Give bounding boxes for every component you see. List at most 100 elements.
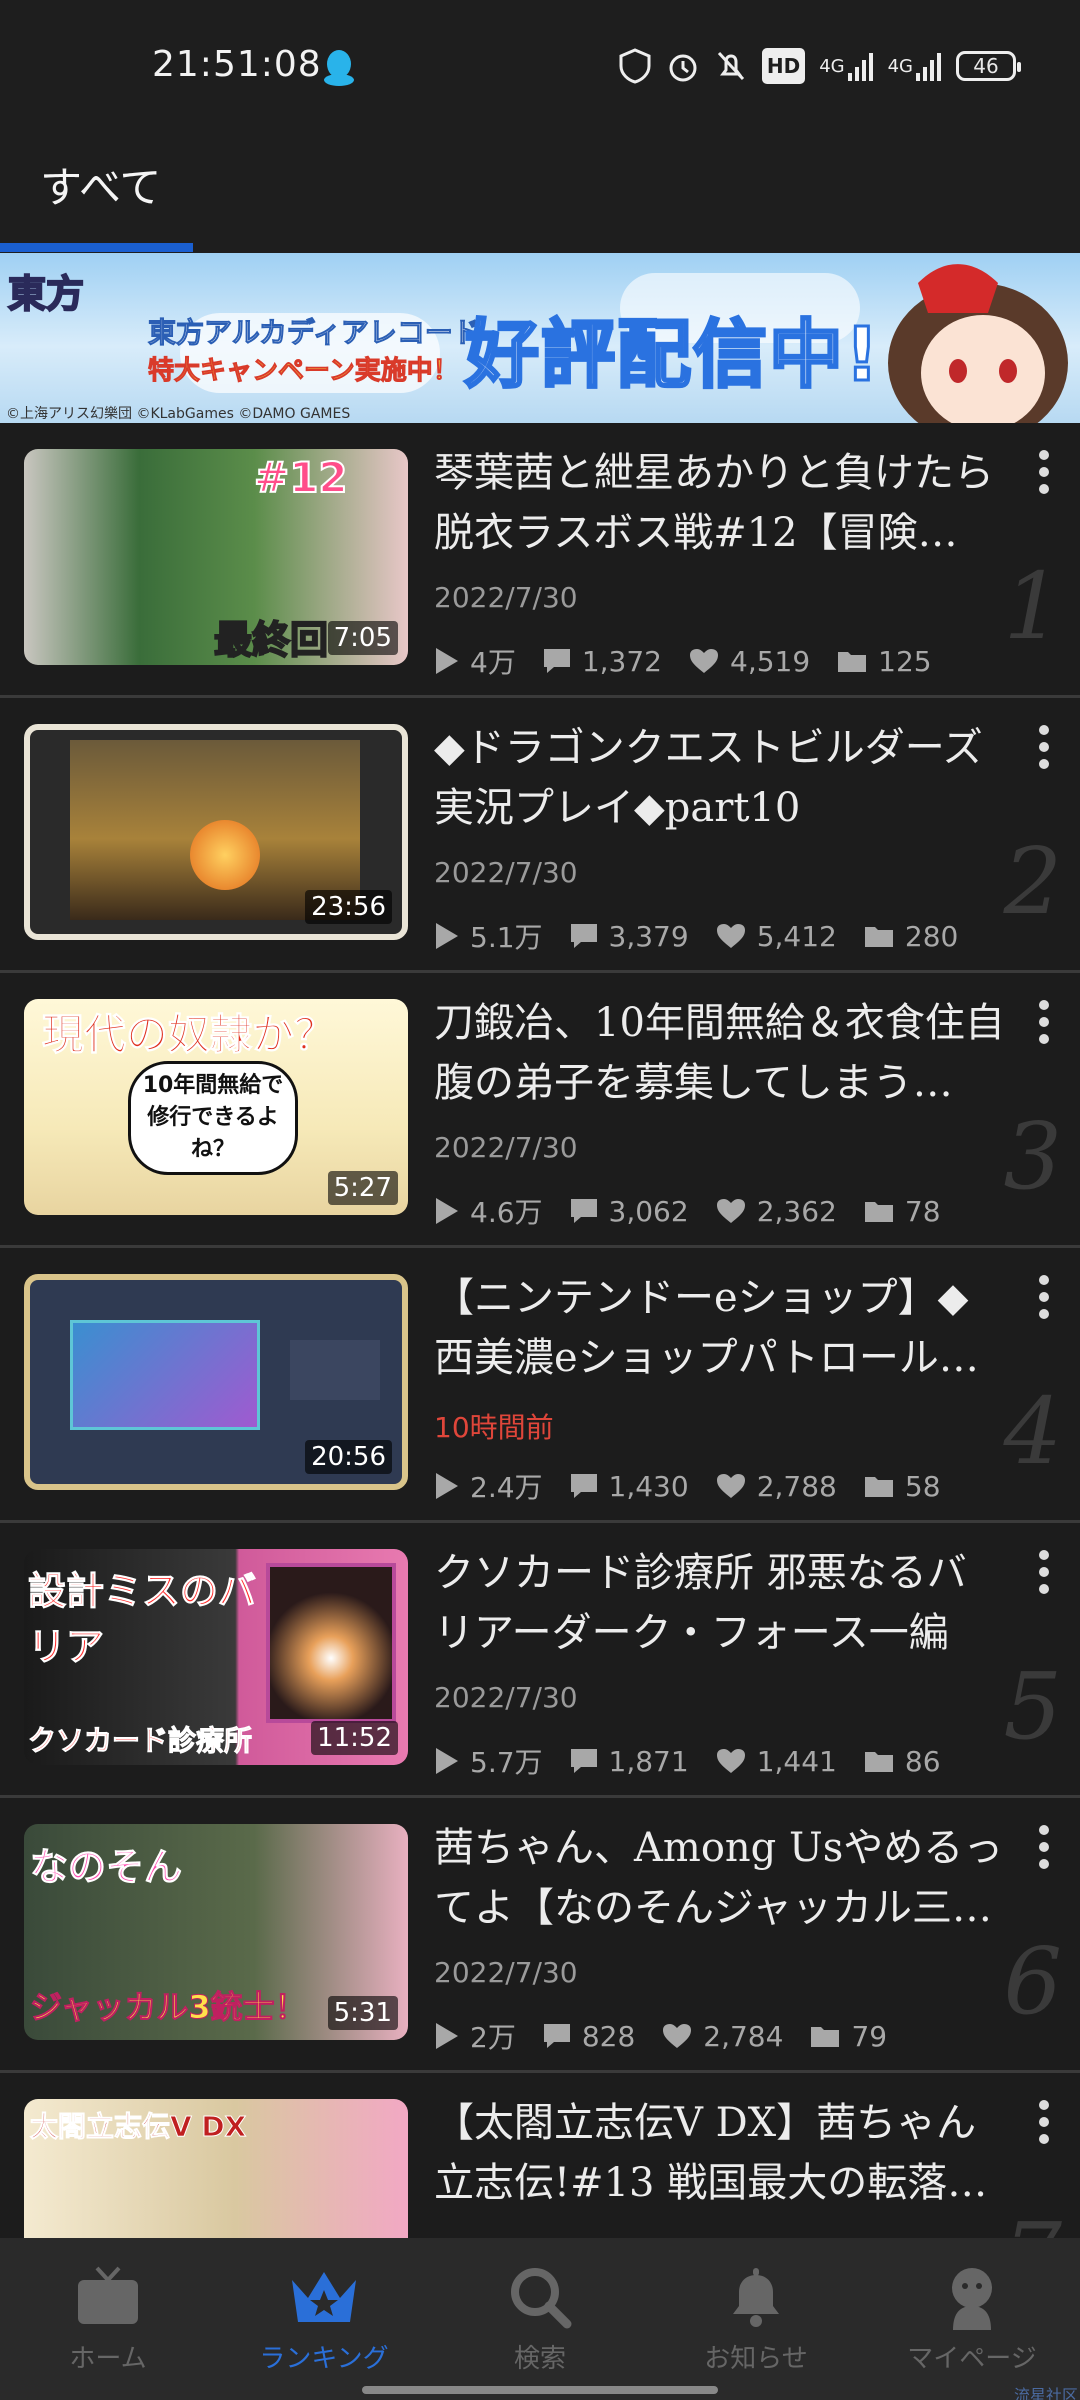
comment-count: 3,379	[608, 919, 689, 953]
mylist-count: 78	[904, 1194, 941, 1228]
ad-banner[interactable]: 東方 東方アルカディアレコード 特大キャンペーン実施中！ 好評配信中! ©上海ア…	[0, 253, 1080, 423]
more-options-icon[interactable]	[1032, 1547, 1056, 1597]
video-title[interactable]: 刀鍛冶、10年間無給＆衣食住自腹の弟子を募集してしまう…	[434, 993, 1006, 1113]
battery-icon: 46	[956, 51, 1021, 81]
video-stats: 4.6万 3,062 2,362 78	[434, 1191, 967, 1231]
list-item[interactable]: なのそん ジャッカル3銃士！ 5:31 茜ちゃん、Among Usやめるってよ【…	[0, 1798, 1080, 2073]
rank-number: 5	[1003, 1653, 1062, 1760]
more-options-icon[interactable]	[1032, 1822, 1056, 1872]
comment-icon	[570, 1199, 597, 1223]
list-item[interactable]: 設計ミスのバリア クソカード診療所 11:52 クソカード診療所 邪悪なるバリア…	[0, 1523, 1080, 1798]
battery-level: 46	[973, 54, 999, 78]
status-icons: HD 4G 4G 46	[618, 48, 1021, 84]
nav-label: ホーム	[69, 2344, 147, 2374]
banner-copyright: ©上海アリス幻樂団 ©KLabGames ©DAMO GAMES	[6, 406, 351, 422]
watermark: 流星社区	[1013, 2386, 1078, 2400]
tab-indicator	[0, 243, 193, 252]
mylist-count: 280	[904, 919, 959, 953]
like-count: 2,362	[756, 1194, 837, 1228]
video-thumbnail[interactable]: 20:56	[24, 1274, 408, 1490]
video-date: 2022/7/30	[434, 1956, 578, 1989]
video-title[interactable]: 茜ちゃん、Among Usやめるってよ【なのそんジャッカル三…	[434, 1818, 1006, 1938]
thumbnail-caption: なのそん	[29, 1845, 183, 1890]
banner-subtitle: 東方アルカディアレコード	[148, 316, 482, 350]
more-options-icon[interactable]	[1032, 2097, 1056, 2147]
view-count: 2.4万	[470, 1471, 543, 1504]
video-duration: 5:31	[327, 1996, 398, 2030]
heart-icon	[663, 2024, 692, 2048]
mylist-count: 125	[878, 644, 932, 678]
nav-item-ranking[interactable]: ランキング	[216, 2238, 432, 2400]
nav-item-search[interactable]: 検索	[432, 2238, 648, 2400]
play-icon	[436, 1198, 458, 1224]
video-thumbnail[interactable]: #12 最終回 7:05	[24, 449, 408, 665]
thumbnail-panel	[290, 1340, 380, 1400]
thumbnail-tag: #12	[253, 452, 349, 503]
comment-icon	[543, 649, 570, 673]
alarm-icon	[666, 48, 700, 84]
video-duration: 23:56	[305, 890, 392, 924]
video-date: 2022/7/30	[434, 1681, 578, 1714]
signal-4g-icon: 4G	[888, 48, 942, 84]
video-title[interactable]: ◆ドラゴンクエストビルダーズ 実況プレイ◆part10	[434, 718, 1006, 838]
comment-icon	[570, 924, 597, 948]
like-count: 2,788	[756, 1469, 837, 1503]
mute-icon	[714, 48, 748, 84]
list-item[interactable]: 20:56 【ニンテンドーeショップ】◆西美濃eショップパトロール… 10時間前…	[0, 1248, 1080, 1523]
page-title[interactable]: すべて	[40, 154, 161, 215]
banner-headline: 好評配信中!	[464, 311, 881, 400]
video-stats: 2万 828 2,784 79	[434, 2016, 913, 2056]
heart-icon	[716, 1749, 745, 1773]
view-count: 5.1万	[470, 921, 543, 954]
play-icon	[436, 1473, 458, 1499]
video-title[interactable]: 【ニンテンドーeショップ】◆西美濃eショップパトロール…	[434, 1268, 1006, 1388]
like-count: 2,784	[703, 2019, 784, 2053]
view-count: 2万	[470, 2021, 516, 2054]
bell-icon	[733, 2268, 779, 2327]
mylist-count: 79	[851, 2019, 888, 2053]
banner-character-image	[888, 264, 1068, 423]
thumbnail-tag: ジャッカル3銃士！	[30, 1988, 308, 2027]
more-options-icon[interactable]	[1032, 447, 1056, 497]
status-bar: 21:51:08 HD 4G 4G 46	[0, 0, 1080, 138]
video-title[interactable]: 【太閤立志伝V DX】茜ちゃん立志伝!#13 戦国最大の転落劇!…	[434, 2093, 1006, 2213]
list-item[interactable]: 23:56 ◆ドラゴンクエストビルダーズ 実況プレイ◆part10 2022/7…	[0, 698, 1080, 973]
video-thumbnail[interactable]: 23:56	[24, 724, 408, 940]
qq-icon	[324, 50, 354, 86]
thumbnail-screen	[70, 1320, 260, 1430]
comment-count: 828	[581, 2019, 636, 2053]
list-item[interactable]: 現代の奴隷か？ 10年間無給で修行できるよね？ 5:27 刀鍛冶、10年間無給＆…	[0, 973, 1080, 1248]
nav-item-notifications[interactable]: お知らせ	[648, 2238, 864, 2400]
rank-number: 1	[1003, 553, 1062, 660]
nav-label: お知らせ	[704, 2344, 808, 2374]
play-icon	[436, 2023, 458, 2049]
network-type-2: 4G	[887, 55, 913, 77]
more-options-icon[interactable]	[1032, 997, 1056, 1047]
video-date: 10時間前	[434, 1411, 554, 1444]
folder-icon	[864, 1752, 893, 1772]
video-title[interactable]: 琴葉茜と紲星あかりと負けたら脱衣ラスボス戦#12【冒険…	[434, 443, 1006, 563]
nav-item-home[interactable]: ホーム	[0, 2238, 216, 2400]
video-thumbnail[interactable]: 現代の奴隷か？ 10年間無給で修行できるよね？ 5:27	[24, 999, 408, 1215]
more-options-icon[interactable]	[1032, 722, 1056, 772]
search-icon	[511, 2268, 572, 2329]
vpn-icon	[618, 48, 652, 84]
nav-item-mypage[interactable]: マイページ	[864, 2238, 1080, 2400]
thumbnail-fire	[190, 820, 260, 890]
video-title[interactable]: クソカード診療所 邪悪なるバリアーダーク・フォース一編	[434, 1543, 1006, 1663]
like-count: 5,412	[756, 919, 837, 953]
rank-number: 2	[1003, 828, 1062, 935]
comment-count: 1,430	[608, 1469, 689, 1503]
video-thumbnail[interactable]: 設計ミスのバリア クソカード診療所 11:52	[24, 1549, 408, 1765]
video-stats: 4万 1,372 4,519 125	[434, 641, 958, 681]
video-duration: 7:05	[327, 621, 398, 655]
home-indicator[interactable]	[362, 2386, 718, 2394]
video-thumbnail[interactable]: なのそん ジャッカル3銃士！ 5:31	[24, 1824, 408, 2040]
nav-label: ランキング	[259, 2344, 389, 2374]
ranking-list: #12 最終回 7:05 琴葉茜と紲星あかりと負けたら脱衣ラスボス戦#12【冒険…	[0, 423, 1080, 2348]
video-date: 2022/7/30	[434, 1131, 578, 1164]
list-item[interactable]: #12 最終回 7:05 琴葉茜と紲星あかりと負けたら脱衣ラスボス戦#12【冒険…	[0, 423, 1080, 698]
rank-number: 4	[1003, 1378, 1062, 1485]
rank-number: 3	[1003, 1103, 1062, 1210]
more-options-icon[interactable]	[1032, 1272, 1056, 1322]
